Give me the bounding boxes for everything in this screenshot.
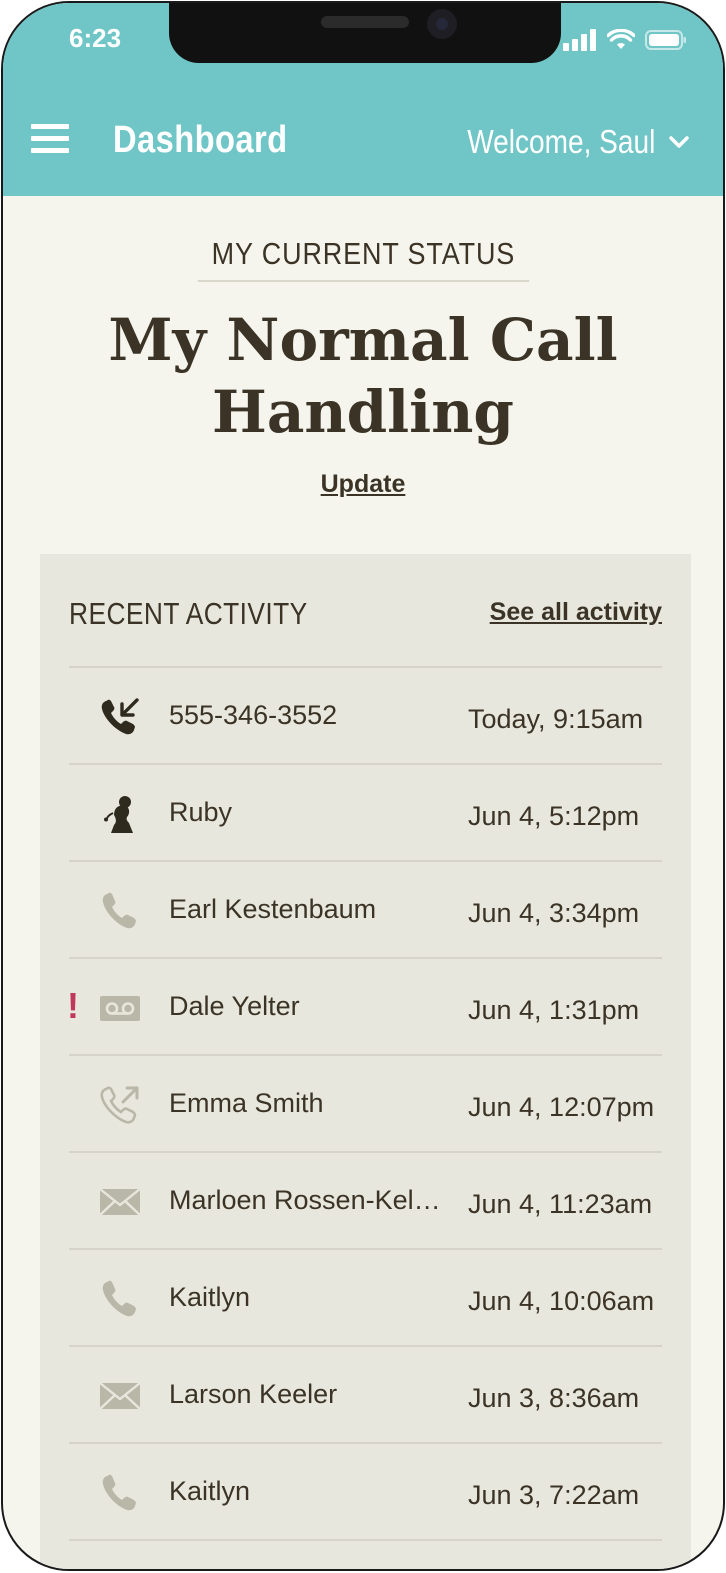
activity-contact-name: Kaitlyn [169, 1282, 251, 1312]
incoming-call-icon [99, 696, 141, 738]
activity-timestamp: Jun 4, 12:07pm [468, 1092, 655, 1122]
notch [169, 3, 561, 63]
alert-icon: ! [67, 985, 79, 1026]
status-bar: 6:23 [3, 3, 723, 83]
activity-row[interactable]: Ruby Jun 4, 5:12pm [69, 765, 662, 862]
receptionist-icon [99, 793, 141, 835]
activity-row[interactable]: Earl Kestenbaum Jun 4, 3:34pm [69, 862, 662, 959]
status-time: 6:23 [69, 23, 122, 53]
recent-activity-panel: RECENT ACTIVITY See all activity 555-346… [40, 554, 691, 1569]
current-status-label: MY CURRENT STATUS [197, 236, 529, 282]
wifi-icon [607, 29, 635, 49]
welcome-label: Welcome, Saul [466, 123, 655, 160]
activity-timestamp: Jun 4, 10:06am [468, 1286, 655, 1316]
battery-icon [645, 30, 686, 50]
activity-timestamp: Jun 4, 3:34pm [468, 898, 640, 928]
activity-timestamp: Jun 4, 1:31pm [468, 995, 640, 1025]
activity-contact-name: Larson Keeler [169, 1379, 338, 1409]
phone-icon [99, 1278, 141, 1320]
hamburger-menu-icon[interactable] [31, 124, 69, 156]
activity-contact-name: Emma Smith [169, 1088, 324, 1118]
recent-activity-title: RECENT ACTIVITY [69, 596, 308, 631]
page-title: Dashboard [113, 119, 288, 161]
activity-row[interactable]: Marloen Rossen-Kellerman Jun 4, 11:23am [69, 1153, 662, 1250]
activity-timestamp: Jun 3, 8:36am [468, 1383, 640, 1413]
activity-contact-name: 555-346-3552 [169, 700, 338, 730]
camera [427, 9, 457, 39]
activity-list: 555-346-3552 Today, 9:15am Ruby Jun 4, 5:1… [67, 666, 662, 1541]
activity-row[interactable]: Kaitlyn Jun 4, 10:06am [69, 1250, 662, 1347]
update-link[interactable]: Update [321, 470, 406, 499]
activity-row[interactable]: ! Dale Yelter Jun 4, 1:31pm [67, 959, 662, 1056]
activity-timestamp: Jun 4, 11:23am [468, 1189, 653, 1219]
activity-row[interactable]: Emma Smith Jun 4, 12:07pm [69, 1056, 662, 1153]
phone-icon [99, 890, 141, 932]
account-menu[interactable]: Welcome, Saul [434, 123, 689, 161]
signal-icon [563, 29, 596, 51]
speaker [321, 16, 409, 28]
phone-icon [99, 1472, 141, 1514]
chevron-down-icon [669, 136, 689, 148]
mail-icon [99, 1375, 141, 1417]
voicemail-icon [99, 987, 141, 1029]
app-header: Dashboard Welcome, Saul [3, 83, 723, 196]
activity-timestamp: Jun 3, 7:22am [468, 1480, 640, 1510]
activity-row[interactable]: 555-346-3552 Today, 9:15am [69, 668, 662, 765]
phone-frame: 6:23 Dashboard Welcome, Saul MY CURRENT … [1, 1, 725, 1571]
activity-contact-name: Marloen Rossen-Kellerman [169, 1185, 444, 1215]
activity-row[interactable]: Kaitlyn Jun 3, 7:22am [69, 1444, 662, 1541]
outgoing-call-icon [99, 1084, 141, 1126]
activity-contact-name: Kaitlyn [169, 1476, 251, 1506]
activity-timestamp: Jun 4, 5:12pm [468, 801, 640, 831]
recent-activity-header: RECENT ACTIVITY See all activity [69, 596, 662, 636]
mail-icon [99, 1181, 141, 1223]
status-icons [563, 29, 687, 51]
activity-row[interactable]: Larson Keeler Jun 3, 8:36am [69, 1347, 662, 1444]
activity-timestamp: Today, 9:15am [468, 704, 644, 734]
activity-contact-name: Earl Kestenbaum [169, 894, 377, 924]
see-all-activity-link[interactable]: See all activity [490, 598, 662, 627]
current-status-section: MY CURRENT STATUS My Normal Call Handlin… [3, 196, 723, 499]
activity-contact-name: Dale Yelter [169, 991, 300, 1021]
current-status-value: My Normal Call Handling [108, 306, 618, 446]
activity-contact-name: Ruby [169, 797, 233, 827]
